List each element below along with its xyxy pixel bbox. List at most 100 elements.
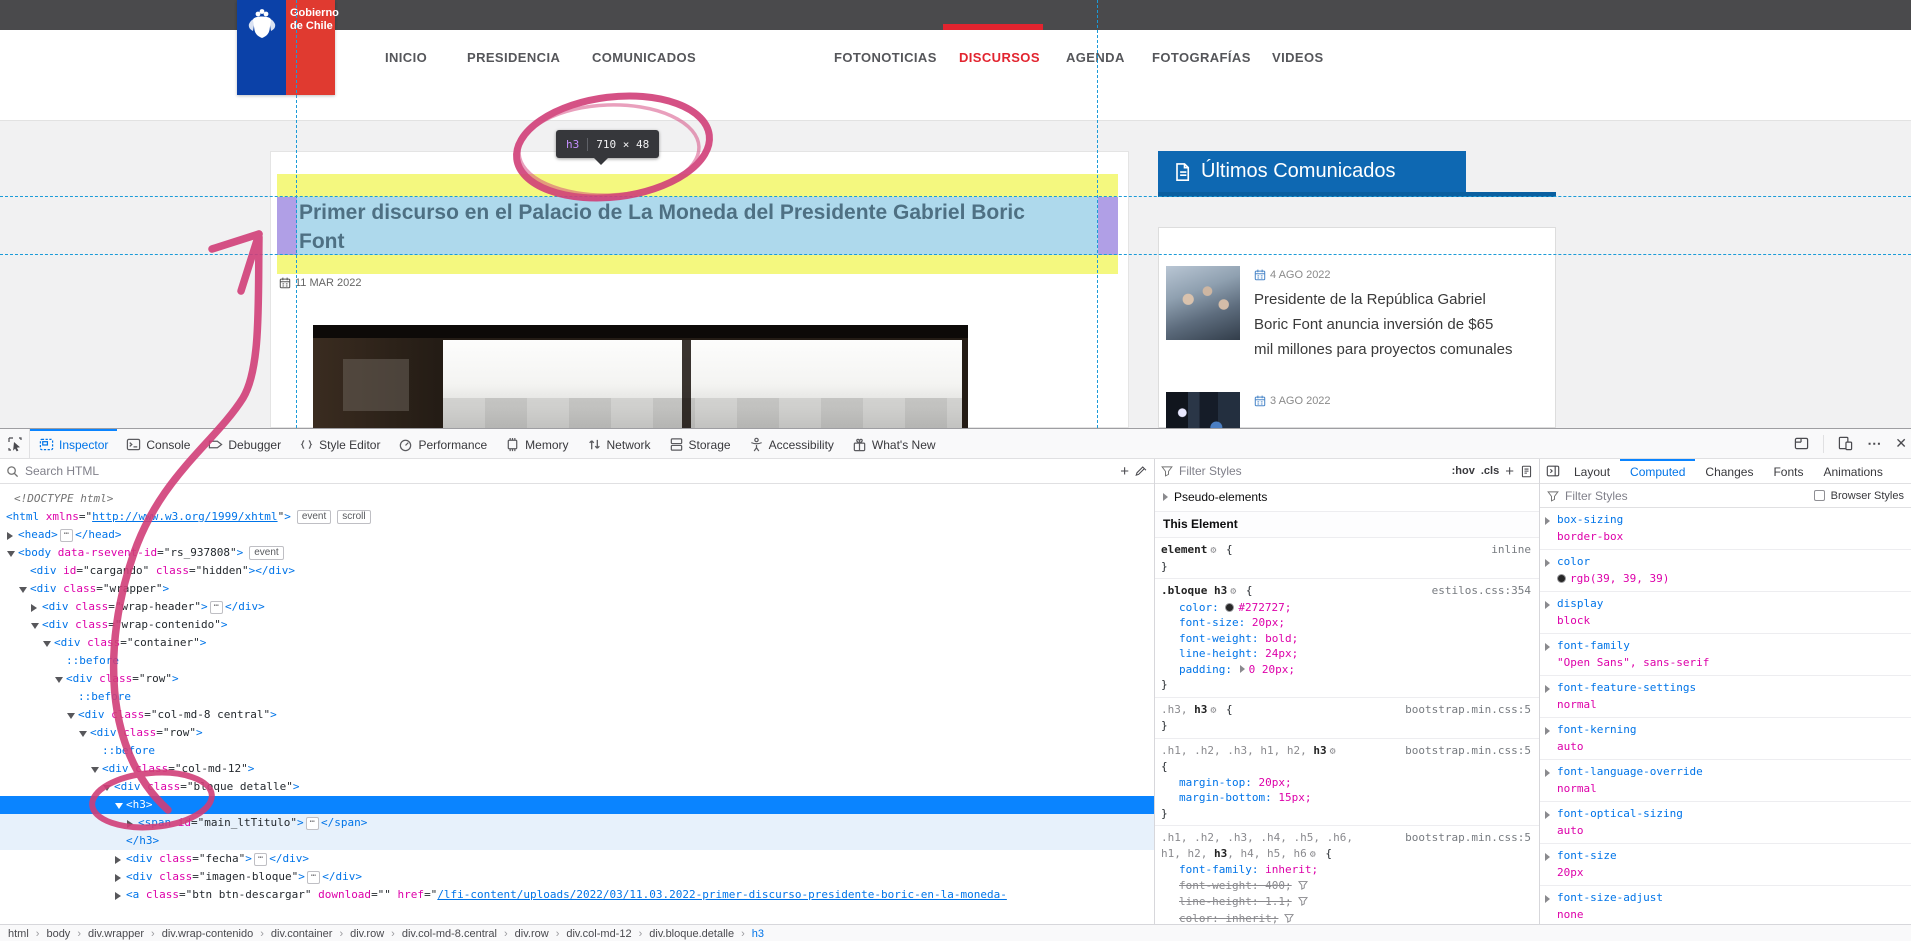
nav-item-agenda[interactable]: AGENDA (1066, 50, 1125, 65)
expand-arrow-icon[interactable] (1545, 895, 1550, 903)
nav-item-videos[interactable]: VIDEOS (1272, 50, 1324, 65)
css-declaration[interactable]: font-weight: bold; (1179, 631, 1531, 647)
expand-arrow-icon[interactable] (1545, 685, 1550, 693)
computed-property[interactable]: box-sizingborder-box (1540, 508, 1911, 550)
markup-node[interactable]: <div class="wrap-contenido"> (0, 616, 1154, 634)
collapse-arrow-icon[interactable] (19, 587, 27, 593)
markup-node[interactable]: </h3> (0, 832, 1154, 850)
markup-node[interactable]: <head>⋯</head> (0, 526, 1154, 544)
add-rule-icon[interactable]: + (1505, 463, 1514, 480)
highlight-selector-icon[interactable]: ⚙ (1230, 586, 1236, 597)
eyedropper-icon[interactable] (1135, 465, 1148, 478)
computed-property[interactable]: font-size20px (1540, 844, 1911, 886)
devtools-tab-performance[interactable]: Performance (389, 429, 496, 458)
collapse-arrow-icon[interactable] (55, 677, 63, 683)
rules-filter-bar[interactable]: Filter Styles :hov .cls + (1155, 459, 1539, 484)
breadcrumb-item[interactable]: div.container (271, 928, 333, 940)
breadcrumb-item[interactable]: div.col-md-12 (566, 928, 631, 940)
markup-node[interactable]: ::before (0, 742, 1154, 760)
breadcrumb-item[interactable]: div.row (515, 928, 549, 940)
expand-arrow-icon[interactable] (1545, 559, 1550, 567)
news-item[interactable]: 3 AGO 2022 (1166, 392, 1522, 428)
node-picker-button[interactable] (0, 429, 30, 458)
collapse-arrow-icon[interactable] (31, 623, 39, 629)
color-swatch[interactable] (1225, 603, 1234, 612)
rule-source-link[interactable]: bootstrap.min.css:5 (1405, 743, 1531, 759)
rule-selector[interactable]: inlineelement⚙ { (1161, 542, 1531, 559)
expand-ellipsis-badge[interactable]: ⋯ (254, 853, 267, 866)
markup-node[interactable]: <div class="col-md-8 central"> (0, 706, 1154, 724)
computed-property[interactable]: displayblock (1540, 592, 1911, 634)
highlight-selector-icon[interactable]: ⚙ (1330, 746, 1336, 757)
expand-ellipsis-badge[interactable]: ⋯ (210, 601, 223, 614)
rule-selector[interactable]: h1, h2, h3, h4, h5, h6⚙ { (1161, 846, 1531, 863)
css-declaration[interactable]: color: #272727; (1179, 600, 1531, 616)
rule-selector[interactable]: bootstrap.min.css:5.h1, .h2, .h3, .h4, .… (1161, 830, 1531, 846)
markup-node[interactable]: ::before (0, 652, 1154, 670)
css-declaration[interactable]: padding: 0 20px; (1179, 662, 1531, 678)
nav-item-fotonoticias[interactable]: FOTONOTICIAS (834, 50, 937, 65)
collapse-arrow-icon[interactable] (43, 641, 51, 647)
rule-selector[interactable]: estilos.css:354.bloque h3⚙ { (1161, 583, 1531, 600)
sidebar-tab-fonts[interactable]: Fonts (1763, 459, 1813, 483)
rule-selector[interactable]: { (1161, 759, 1531, 775)
css-declaration[interactable]: font-weight: 400; (1179, 878, 1531, 895)
computed-property[interactable]: font-kerningauto (1540, 718, 1911, 760)
devtools-tab-memory[interactable]: Memory (496, 429, 577, 458)
markup-node[interactable]: <!DOCTYPE html> (0, 490, 1154, 508)
markup-node[interactable]: ::before (0, 688, 1154, 706)
computed-property[interactable]: font-family"Open Sans", sans-serif (1540, 634, 1911, 676)
breadcrumb-item[interactable]: body (46, 928, 70, 940)
markup-node[interactable]: <div class="fecha">⋯</div> (0, 850, 1154, 868)
markup-node[interactable]: <div class="row"> (0, 670, 1154, 688)
markup-node[interactable]: <div class="container"> (0, 634, 1154, 652)
expand-arrow-icon[interactable] (1545, 601, 1550, 609)
markup-search-bar[interactable]: Search HTML + (0, 459, 1154, 484)
expand-arrow-icon[interactable] (1545, 811, 1550, 819)
devtools-tab-inspector[interactable]: Inspector (30, 429, 117, 458)
pseudo-elements-header[interactable]: Pseudo-elements (1155, 485, 1539, 512)
toggle-hover-button[interactable]: :hov (1452, 465, 1475, 477)
expand-arrow-icon[interactable] (1545, 517, 1550, 525)
highlight-selector-icon[interactable]: ⚙ (1210, 705, 1216, 716)
responsive-mode-icon[interactable] (1838, 436, 1853, 451)
nav-item-inicio[interactable]: INICIO (385, 50, 427, 65)
news-item[interactable]: 4 AGO 2022Presidente de la República Gab… (1166, 266, 1522, 362)
more-options-icon[interactable]: ⋯ (1867, 435, 1881, 452)
css-declaration[interactable]: font-family: inherit; (1179, 862, 1531, 878)
markup-node[interactable]: ok.mp3">⋯</a> (0, 904, 1154, 906)
overridden-filter-icon[interactable] (1298, 880, 1308, 893)
expand-shorthand-icon[interactable] (1240, 665, 1245, 673)
expand-ellipsis-badge[interactable]: ⋯ (306, 817, 319, 830)
markup-node[interactable]: <div class="col-md-12"> (0, 760, 1154, 778)
css-declaration[interactable]: line-height: 24px; (1179, 646, 1531, 662)
expand-arrow-icon[interactable] (115, 892, 121, 900)
expand-arrow-icon[interactable] (7, 532, 13, 540)
expand-arrow-icon[interactable] (1545, 769, 1550, 777)
collapse-arrow-icon[interactable] (115, 803, 123, 809)
sidebar-tab-animations[interactable]: Animations (1813, 459, 1892, 483)
breadcrumb-item[interactable]: div.col-md-8.central (402, 928, 497, 940)
badge-event[interactable]: event (297, 510, 331, 524)
css-declaration[interactable]: line-height: 1.1; (1179, 894, 1531, 911)
markup-node[interactable]: <div class="bloque detalle"> (0, 778, 1154, 796)
collapse-arrow-icon[interactable] (67, 713, 75, 719)
computed-property[interactable]: font-feature-settingsnormal (1540, 676, 1911, 718)
computed-property[interactable]: font-optical-sizingauto (1540, 802, 1911, 844)
toggle-class-button[interactable]: .cls (1481, 465, 1499, 477)
sidebar-tab-changes[interactable]: Changes (1695, 459, 1763, 483)
markup-node[interactable]: <div id="cargando" class="hidden"></div> (0, 562, 1154, 580)
markup-node[interactable]: <div class="wrapper"> (0, 580, 1154, 598)
nav-item-fotografías[interactable]: FOTOGRAFÍAS (1152, 50, 1251, 65)
devtools-tab-storage[interactable]: Storage (660, 429, 740, 458)
nav-item-comunicados[interactable]: COMUNICADOS (592, 50, 696, 65)
overridden-filter-icon[interactable] (1284, 913, 1294, 925)
computed-property[interactable]: colorrgb(39, 39, 39) (1540, 550, 1911, 592)
breadcrumb-item[interactable]: html (8, 928, 29, 940)
expand-arrow-icon[interactable] (115, 856, 121, 864)
devtools-tab-network[interactable]: Network (578, 429, 660, 458)
badge-scroll[interactable]: scroll (337, 510, 370, 524)
comunicados-header[interactable]: Últimos Comunicados (1158, 151, 1466, 192)
markup-node[interactable]: <body data-rsevent-id="rs_937808">event (0, 544, 1154, 562)
devtools-tab-console[interactable]: Console (117, 429, 199, 458)
